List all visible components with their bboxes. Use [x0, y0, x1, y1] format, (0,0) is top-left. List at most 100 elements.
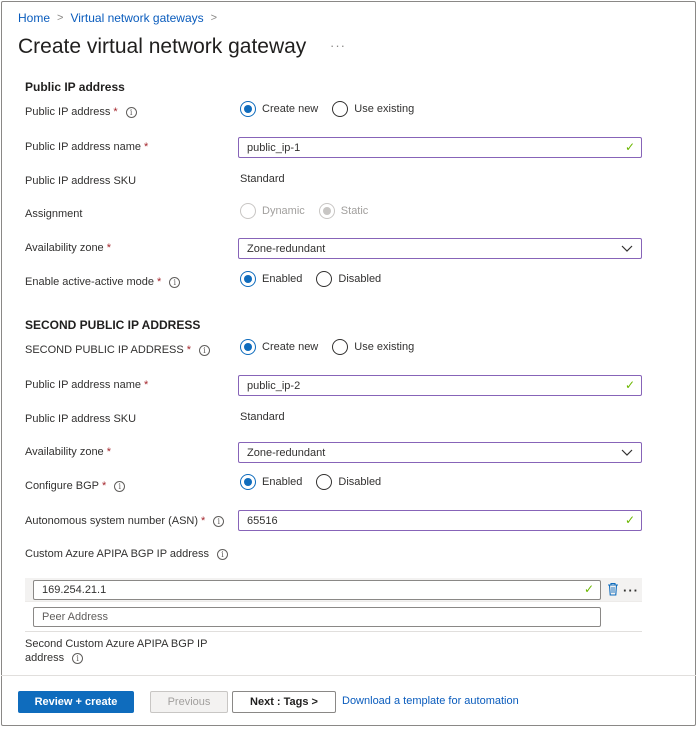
radio-disabled[interactable]: Disabled	[316, 271, 381, 287]
radio-create-new[interactable]: Create new	[240, 339, 318, 355]
row-more-options-icon[interactable]: ···	[623, 583, 639, 598]
assignment-label: Assignment	[25, 208, 82, 220]
info-icon[interactable]: i	[199, 344, 211, 356]
public-ip-sku-value: Standard	[240, 173, 285, 185]
radio-label: Disabled	[338, 273, 382, 285]
required-marker: *	[157, 276, 162, 288]
radio-selected-icon	[240, 339, 256, 355]
configure-bgp-label: Configure BGP * i	[25, 480, 126, 492]
required-marker: *	[101, 480, 107, 492]
active-active-radio-group: Enabled Disabled	[240, 271, 395, 287]
second-ip-name-label: Public IP address name *	[25, 379, 148, 391]
radio-use-existing[interactable]: Use existing	[332, 339, 414, 355]
radio-label: Use existing	[354, 341, 415, 353]
public-ip-label: Public IP address * i	[25, 106, 137, 118]
required-marker: *	[143, 141, 149, 153]
assignment-radio-group: Dynamic Static	[240, 203, 382, 219]
configure-bgp-radio-group: Enabled Disabled	[240, 474, 395, 490]
valid-check-icon: ✓	[583, 582, 594, 596]
radio-label: Disabled	[338, 476, 382, 488]
peer-address-input[interactable]: Peer Address	[33, 607, 601, 627]
apipa-label: Custom Azure APIPA BGP IP address i	[25, 548, 229, 560]
asn-input[interactable]: 65516 ✓	[238, 510, 642, 531]
info-icon[interactable]: i	[125, 106, 137, 118]
label-text: Public IP address name	[25, 379, 141, 391]
valid-check-icon: ✓	[624, 378, 635, 392]
radio-dynamic: Dynamic	[240, 203, 305, 219]
second-availability-zone-dropdown[interactable]: Zone-redundant	[238, 442, 642, 463]
dropdown-value: Zone-redundant	[247, 242, 326, 255]
label-text: Autonomous system number (ASN)	[25, 515, 199, 527]
radio-enabled[interactable]: Enabled	[240, 474, 302, 490]
radio-label: Enabled	[262, 273, 303, 285]
radio-unselected-icon	[316, 271, 333, 287]
availability-zone-dropdown[interactable]: Zone-redundant	[238, 238, 642, 259]
radio-unselected-icon	[316, 474, 333, 490]
review-create-button[interactable]: Review + create	[18, 691, 134, 713]
required-marker: *	[113, 106, 118, 118]
valid-check-icon: ✓	[624, 140, 635, 154]
label-text: Public IP address SKU	[25, 413, 137, 425]
breadcrumb-home-link[interactable]: Home	[18, 11, 50, 25]
second-ip-name-input[interactable]: public_ip-2 ✓	[238, 375, 642, 396]
info-icon[interactable]: i	[217, 548, 229, 560]
footer-divider	[1, 675, 696, 676]
label-text: Public IP address name	[25, 141, 141, 153]
radio-label: Static	[340, 205, 369, 217]
radio-static: Static	[318, 203, 369, 219]
required-marker: *	[143, 379, 149, 391]
label-text: Assignment	[25, 208, 83, 220]
more-options-icon[interactable]: ···	[330, 38, 346, 53]
section-heading-second-public-ip: SECOND PUBLIC IP ADDRESS	[25, 318, 201, 332]
previous-button: Previous	[150, 691, 228, 713]
public-ip-name-input[interactable]: public_ip-1 ✓	[238, 137, 642, 158]
chevron-down-icon	[621, 449, 633, 456]
radio-unselected-icon	[240, 203, 256, 219]
radio-label: Dynamic	[262, 205, 305, 217]
second-ip-sku-value: Standard	[240, 411, 285, 423]
radio-create-new[interactable]: Create new	[240, 101, 318, 117]
radio-label: Enabled	[262, 476, 303, 488]
radio-disabled[interactable]: Disabled	[316, 474, 381, 490]
divider	[25, 631, 642, 632]
next-tags-button[interactable]: Next : Tags >	[232, 691, 336, 713]
radio-selected-icon	[318, 203, 335, 219]
label-text: Public IP address SKU	[25, 175, 137, 187]
label-line2: address i	[25, 651, 84, 665]
label-text-line1: Second Custom Azure APIPA BGP IP	[25, 638, 208, 650]
input-value: 169.254.21.1	[42, 584, 107, 596]
radio-use-existing[interactable]: Use existing	[332, 101, 414, 117]
download-template-link[interactable]: Download a template for automation	[342, 695, 519, 707]
valid-check-icon: ✓	[624, 513, 635, 527]
required-marker: *	[201, 515, 206, 527]
info-icon[interactable]: i	[213, 515, 225, 527]
apipa-ip-input[interactable]: 169.254.21.1 ✓	[33, 580, 601, 600]
breadcrumb-vng-link[interactable]: Virtual network gateways	[70, 11, 203, 25]
radio-unselected-icon	[332, 339, 349, 355]
label-text: SECOND PUBLIC IP ADDRESS	[25, 344, 184, 356]
required-marker: *	[106, 446, 111, 458]
active-active-label: Enable active-active mode * i	[25, 276, 181, 288]
label-text: Enable active-active mode	[25, 276, 155, 288]
asn-label: Autonomous system number (ASN) * i	[25, 515, 225, 527]
second-ip-sku-label: Public IP address SKU	[25, 413, 136, 425]
label-text: Availability zone	[25, 446, 104, 458]
radio-enabled[interactable]: Enabled	[240, 271, 302, 287]
label-text: Custom Azure APIPA BGP IP address	[25, 548, 210, 560]
second-apipa-label: Second Custom Azure APIPA BGP IP address…	[25, 637, 207, 665]
info-icon[interactable]: i	[169, 276, 181, 288]
radio-selected-icon	[240, 101, 256, 117]
info-icon[interactable]: i	[72, 652, 84, 664]
second-public-ip-radio-group: Create new Use existing	[240, 339, 428, 355]
info-icon[interactable]: i	[114, 480, 126, 492]
breadcrumb-separator: >	[57, 12, 64, 24]
radio-label: Create new	[262, 103, 319, 115]
label-text: Availability zone	[25, 242, 104, 254]
page-title: Create virtual network gateway	[18, 35, 307, 58]
section-heading-public-ip: Public IP address	[25, 80, 125, 94]
input-value: public_ip-1	[247, 141, 301, 154]
availability-zone-label: Availability zone *	[25, 242, 111, 254]
radio-label: Create new	[262, 341, 319, 353]
breadcrumb-separator: >	[210, 12, 218, 24]
delete-icon[interactable]	[607, 582, 619, 596]
